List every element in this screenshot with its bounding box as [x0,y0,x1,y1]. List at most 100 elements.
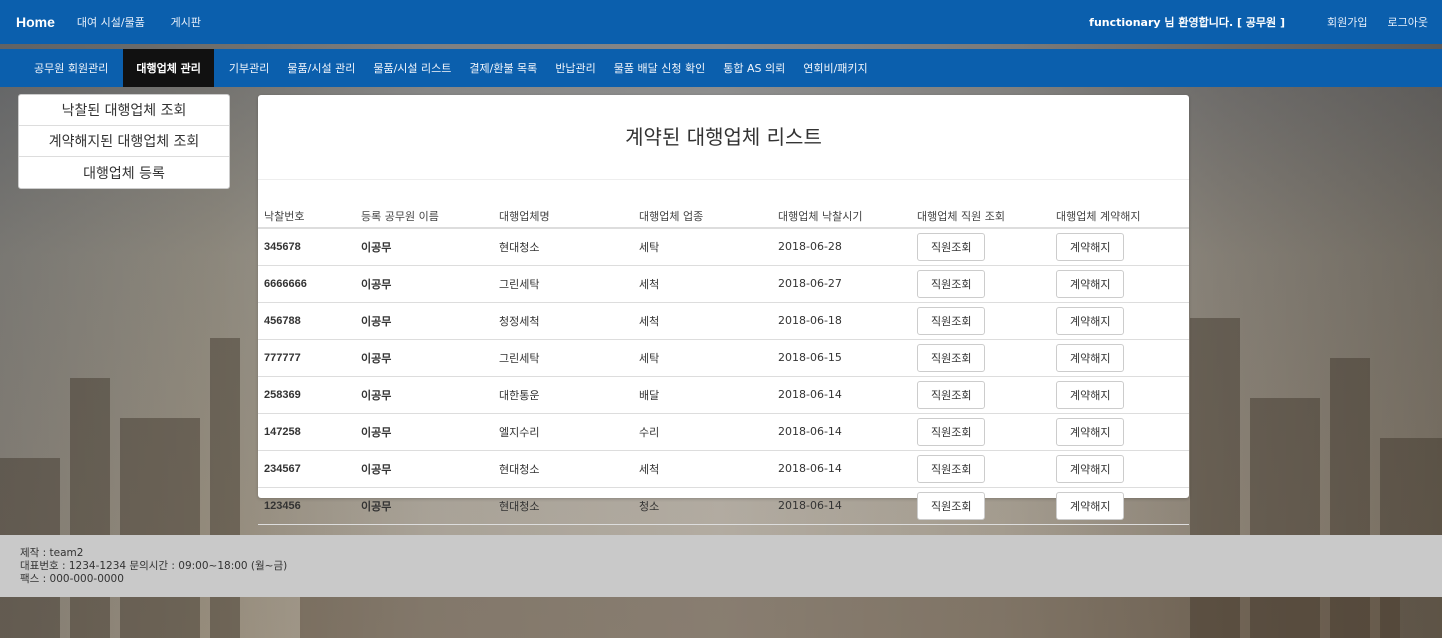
page-title: 계약된 대행업체 리스트 [625,125,822,149]
staff-lookup-button[interactable]: 직원조회 [917,232,986,261]
side-menu-register[interactable]: 대행업체 등록 [19,157,229,188]
contract-cancel-button[interactable]: 계약해지 [1056,269,1125,298]
cell-cancel: 계약해지 [1050,339,1189,377]
table-header-row: 낙찰번호 등록 공무원 이름 대행업체명 대행업체 업종 대행업체 낙찰시기 대… [258,205,1189,229]
cell-type: 세척 [633,302,772,340]
staff-lookup-button[interactable]: 직원조회 [917,380,986,409]
cell-type: 세탁 [633,228,772,266]
cell-staff: 직원조회 [911,376,1050,414]
subnav-officer-members[interactable]: 공무원 회원관리 [25,49,117,87]
subnav-donation[interactable]: 기부관리 [220,49,278,87]
cell-cancel: 계약해지 [1050,487,1189,525]
subnav-as-request[interactable]: 통합 AS 의뢰 [714,49,794,87]
cell-company: 그린세탁 [493,339,633,377]
cell-company: 현대청소 [493,450,633,488]
subnav-item-facility-list[interactable]: 물품/시설 리스트 [364,49,460,87]
contract-cancel-button[interactable]: 계약해지 [1056,232,1125,261]
cell-staff: 직원조회 [911,487,1050,525]
table-row: 147258 이공무 엘지수리 수리 2018-06-14 직원조회 계약해지 [258,413,1189,451]
cell-bid-number: 123456 [258,487,355,525]
cell-cancel: 계약해지 [1050,413,1189,451]
footer-fax: 팩스 : 000-000-0000 [20,573,124,585]
side-menu-terminated[interactable]: 계약해지된 대행업체 조회 [19,126,229,157]
cell-officer: 이공무 [355,339,493,377]
contract-list-panel: 계약된 대행업체 리스트 낙찰번호 등록 공무원 이름 대행업체명 대행업체 업… [258,95,1189,525]
cell-officer: 이공무 [355,413,493,451]
divider [258,179,1189,180]
cell-cancel: 계약해지 [1050,265,1189,303]
cell-staff: 직원조회 [911,228,1050,266]
cell-date: 2018-06-14 [772,487,911,525]
cell-staff: 직원조회 [911,339,1050,377]
cell-type: 배달 [633,376,772,414]
subnav-delivery-check[interactable]: 물품 배달 신청 확인 [605,49,714,87]
col-agency-type: 대행업체 업종 [633,205,772,229]
cell-date: 2018-06-15 [772,339,911,377]
footer-maker: 제작 : team2 [20,547,84,559]
nav-rental[interactable]: 대여 시설/물품 [77,16,145,29]
subnav-return-management[interactable]: 반납관리 [546,49,604,87]
contract-cancel-button[interactable]: 계약해지 [1056,491,1125,520]
subnav-item-facility-management[interactable]: 물품/시설 관리 [278,49,364,87]
cell-type: 청소 [633,487,772,525]
table-row: 345678 이공무 현대청소 세탁 2018-06-28 직원조회 계약해지 [258,228,1189,266]
cell-date: 2018-06-14 [772,450,911,488]
contract-cancel-button[interactable]: 계약해지 [1056,343,1125,372]
home-link[interactable]: Home [16,14,55,30]
col-staff-lookup: 대행업체 직원 조회 [911,205,1050,229]
table-row: 456788 이공무 청정세척 세척 2018-06-18 직원조회 계약해지 [258,302,1189,340]
side-menu-awarded[interactable]: 낙찰된 대행업체 조회 [19,95,229,126]
table-row: 777777 이공무 그린세탁 세탁 2018-06-15 직원조회 계약해지 [258,339,1189,377]
contract-cancel-button[interactable]: 계약해지 [1056,380,1125,409]
cell-staff: 직원조회 [911,265,1050,303]
cell-company: 현대청소 [493,487,633,525]
cell-date: 2018-06-27 [772,265,911,303]
staff-lookup-button[interactable]: 직원조회 [917,343,986,372]
contract-cancel-button[interactable]: 계약해지 [1056,306,1125,335]
cell-bid-number: 6666666 [258,265,355,303]
table-row: 6666666 이공무 그린세탁 세척 2018-06-27 직원조회 계약해지 [258,265,1189,303]
cell-staff: 직원조회 [911,413,1050,451]
cell-bid-number: 234567 [258,450,355,488]
col-agency-name: 대행업체명 [493,205,633,229]
cell-officer: 이공무 [355,228,493,266]
cell-bid-number: 258369 [258,376,355,414]
subnav-agency-management[interactable]: 대행업체 관리 [123,49,214,87]
cell-date: 2018-06-18 [772,302,911,340]
col-award-date: 대행업체 낙찰시기 [772,205,911,229]
staff-lookup-button[interactable]: 직원조회 [917,269,986,298]
nav-board[interactable]: 게시판 [171,16,201,29]
subnav-payment-refund[interactable]: 결제/환불 목록 [460,49,546,87]
staff-lookup-button[interactable]: 직원조회 [917,306,986,335]
admin-subnav: 공무원 회원관리 대행업체 관리 기부관리 물품/시설 관리 물품/시설 리스트… [0,49,1442,87]
cell-type: 세척 [633,265,772,303]
cell-date: 2018-06-28 [772,228,911,266]
signup-link[interactable]: 회원가입 [1327,14,1367,30]
staff-lookup-button[interactable]: 직원조회 [917,491,986,520]
cell-date: 2018-06-14 [772,376,911,414]
cell-type: 세탁 [633,339,772,377]
col-officer-name: 등록 공무원 이름 [355,205,493,229]
col-contract-cancel: 대행업체 계약해지 [1050,205,1189,229]
table-row: 258369 이공무 대한통운 배달 2018-06-14 직원조회 계약해지 [258,376,1189,414]
cell-cancel: 계약해지 [1050,228,1189,266]
subnav-annual-fee[interactable]: 연회비/패키지 [794,49,876,87]
cell-company: 현대청소 [493,228,633,266]
table-row: 234567 이공무 현대청소 세척 2018-06-14 직원조회 계약해지 [258,450,1189,488]
cell-bid-number: 456788 [258,302,355,340]
cell-bid-number: 777777 [258,339,355,377]
staff-lookup-button[interactable]: 직원조회 [917,454,986,483]
cell-bid-number: 147258 [258,413,355,451]
cell-cancel: 계약해지 [1050,302,1189,340]
cell-staff: 직원조회 [911,450,1050,488]
side-menu: 낙찰된 대행업체 조회 계약해지된 대행업체 조회 대행업체 등록 [18,94,230,189]
contract-cancel-button[interactable]: 계약해지 [1056,454,1125,483]
cell-cancel: 계약해지 [1050,376,1189,414]
footer-contact: 대표번호 : 1234-1234 문의시간 : 09:00~18:00 (월~금… [20,560,288,572]
cell-company: 대한통운 [493,376,633,414]
logout-link[interactable]: 로그아웃 [1388,14,1428,30]
welcome-text: functionary 님 환영합니다. [ 공무원 ] [1089,16,1286,29]
agency-table: 낙찰번호 등록 공무원 이름 대행업체명 대행업체 업종 대행업체 낙찰시기 대… [258,205,1189,525]
staff-lookup-button[interactable]: 직원조회 [917,417,986,446]
contract-cancel-button[interactable]: 계약해지 [1056,417,1125,446]
